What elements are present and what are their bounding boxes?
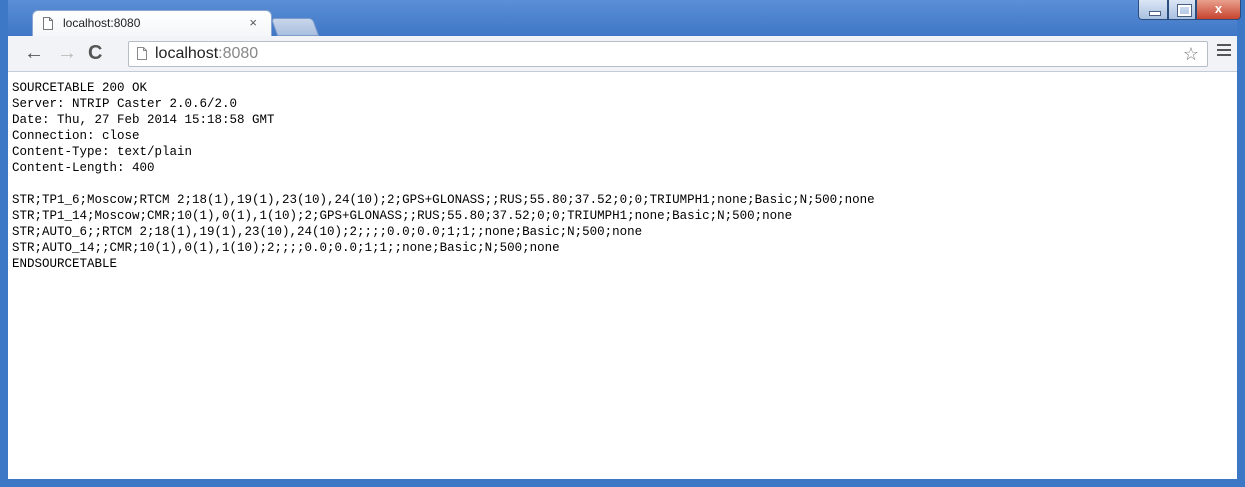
text-line: STR;AUTO_6;;RTCM 2;18(1),19(1),23(10),24… — [12, 225, 643, 239]
text-line: STR;TP1_6;Moscow;RTCM 2;18(1),19(1),23(1… — [12, 193, 875, 207]
title-bar: localhost:8080 × x — [8, 0, 1241, 36]
text-line: Content-Length: 400 — [12, 161, 155, 175]
url-port: :8080 — [218, 45, 259, 62]
text-line: STR;TP1_14;Moscow;CMR;10(1),0(1),1(10);2… — [12, 209, 793, 223]
menu-icon[interactable] — [1217, 44, 1231, 59]
close-icon: x — [1214, 1, 1223, 16]
close-window-button[interactable]: x — [1196, 0, 1241, 20]
maximize-button[interactable] — [1168, 0, 1196, 20]
browser-toolbar: ← → C localhost:8080 ☆ — [8, 36, 1237, 72]
text-line: STR;AUTO_14;;CMR;10(1),0(1),1(10);2;;;;0… — [12, 241, 560, 255]
reload-button[interactable]: C — [88, 42, 102, 64]
back-button[interactable]: ← — [24, 42, 44, 64]
bookmark-star-icon[interactable]: ☆ — [1183, 44, 1199, 65]
tab-close-icon[interactable]: × — [249, 15, 257, 30]
new-tab-button[interactable] — [270, 18, 320, 36]
tab-localhost[interactable]: localhost:8080 × — [32, 10, 272, 36]
text-line: SOURCETABLE 200 OK — [12, 81, 148, 95]
url-host: localhost — [155, 45, 219, 62]
plain-text-body: SOURCETABLE 200 OK Server: NTRIP Caster 2… — [12, 80, 1232, 272]
page-icon — [43, 17, 53, 30]
url-text[interactable]: localhost:8080 — [155, 45, 258, 63]
browser-window: localhost:8080 × x ← → C localhost:8080 … — [0, 0, 1245, 487]
text-line: Content-Type: text/plain — [12, 145, 193, 159]
address-bar[interactable]: localhost:8080 ☆ — [128, 41, 1208, 67]
page-icon — [137, 47, 147, 60]
text-line: Connection: close — [12, 129, 140, 143]
page-content: SOURCETABLE 200 OK Server: NTRIP Caster 2… — [12, 80, 1232, 479]
minimize-button[interactable] — [1138, 0, 1168, 20]
text-line: Date: Thu, 27 Feb 2014 15:18:58 GMT — [12, 113, 275, 127]
text-line: Server: NTRIP Caster 2.0.6/2.0 — [12, 97, 238, 111]
tab-title: localhost:8080 — [63, 16, 141, 30]
forward-button[interactable]: → — [57, 42, 77, 64]
text-line: ENDSOURCETABLE — [12, 257, 118, 271]
text-line — [12, 176, 1232, 192]
